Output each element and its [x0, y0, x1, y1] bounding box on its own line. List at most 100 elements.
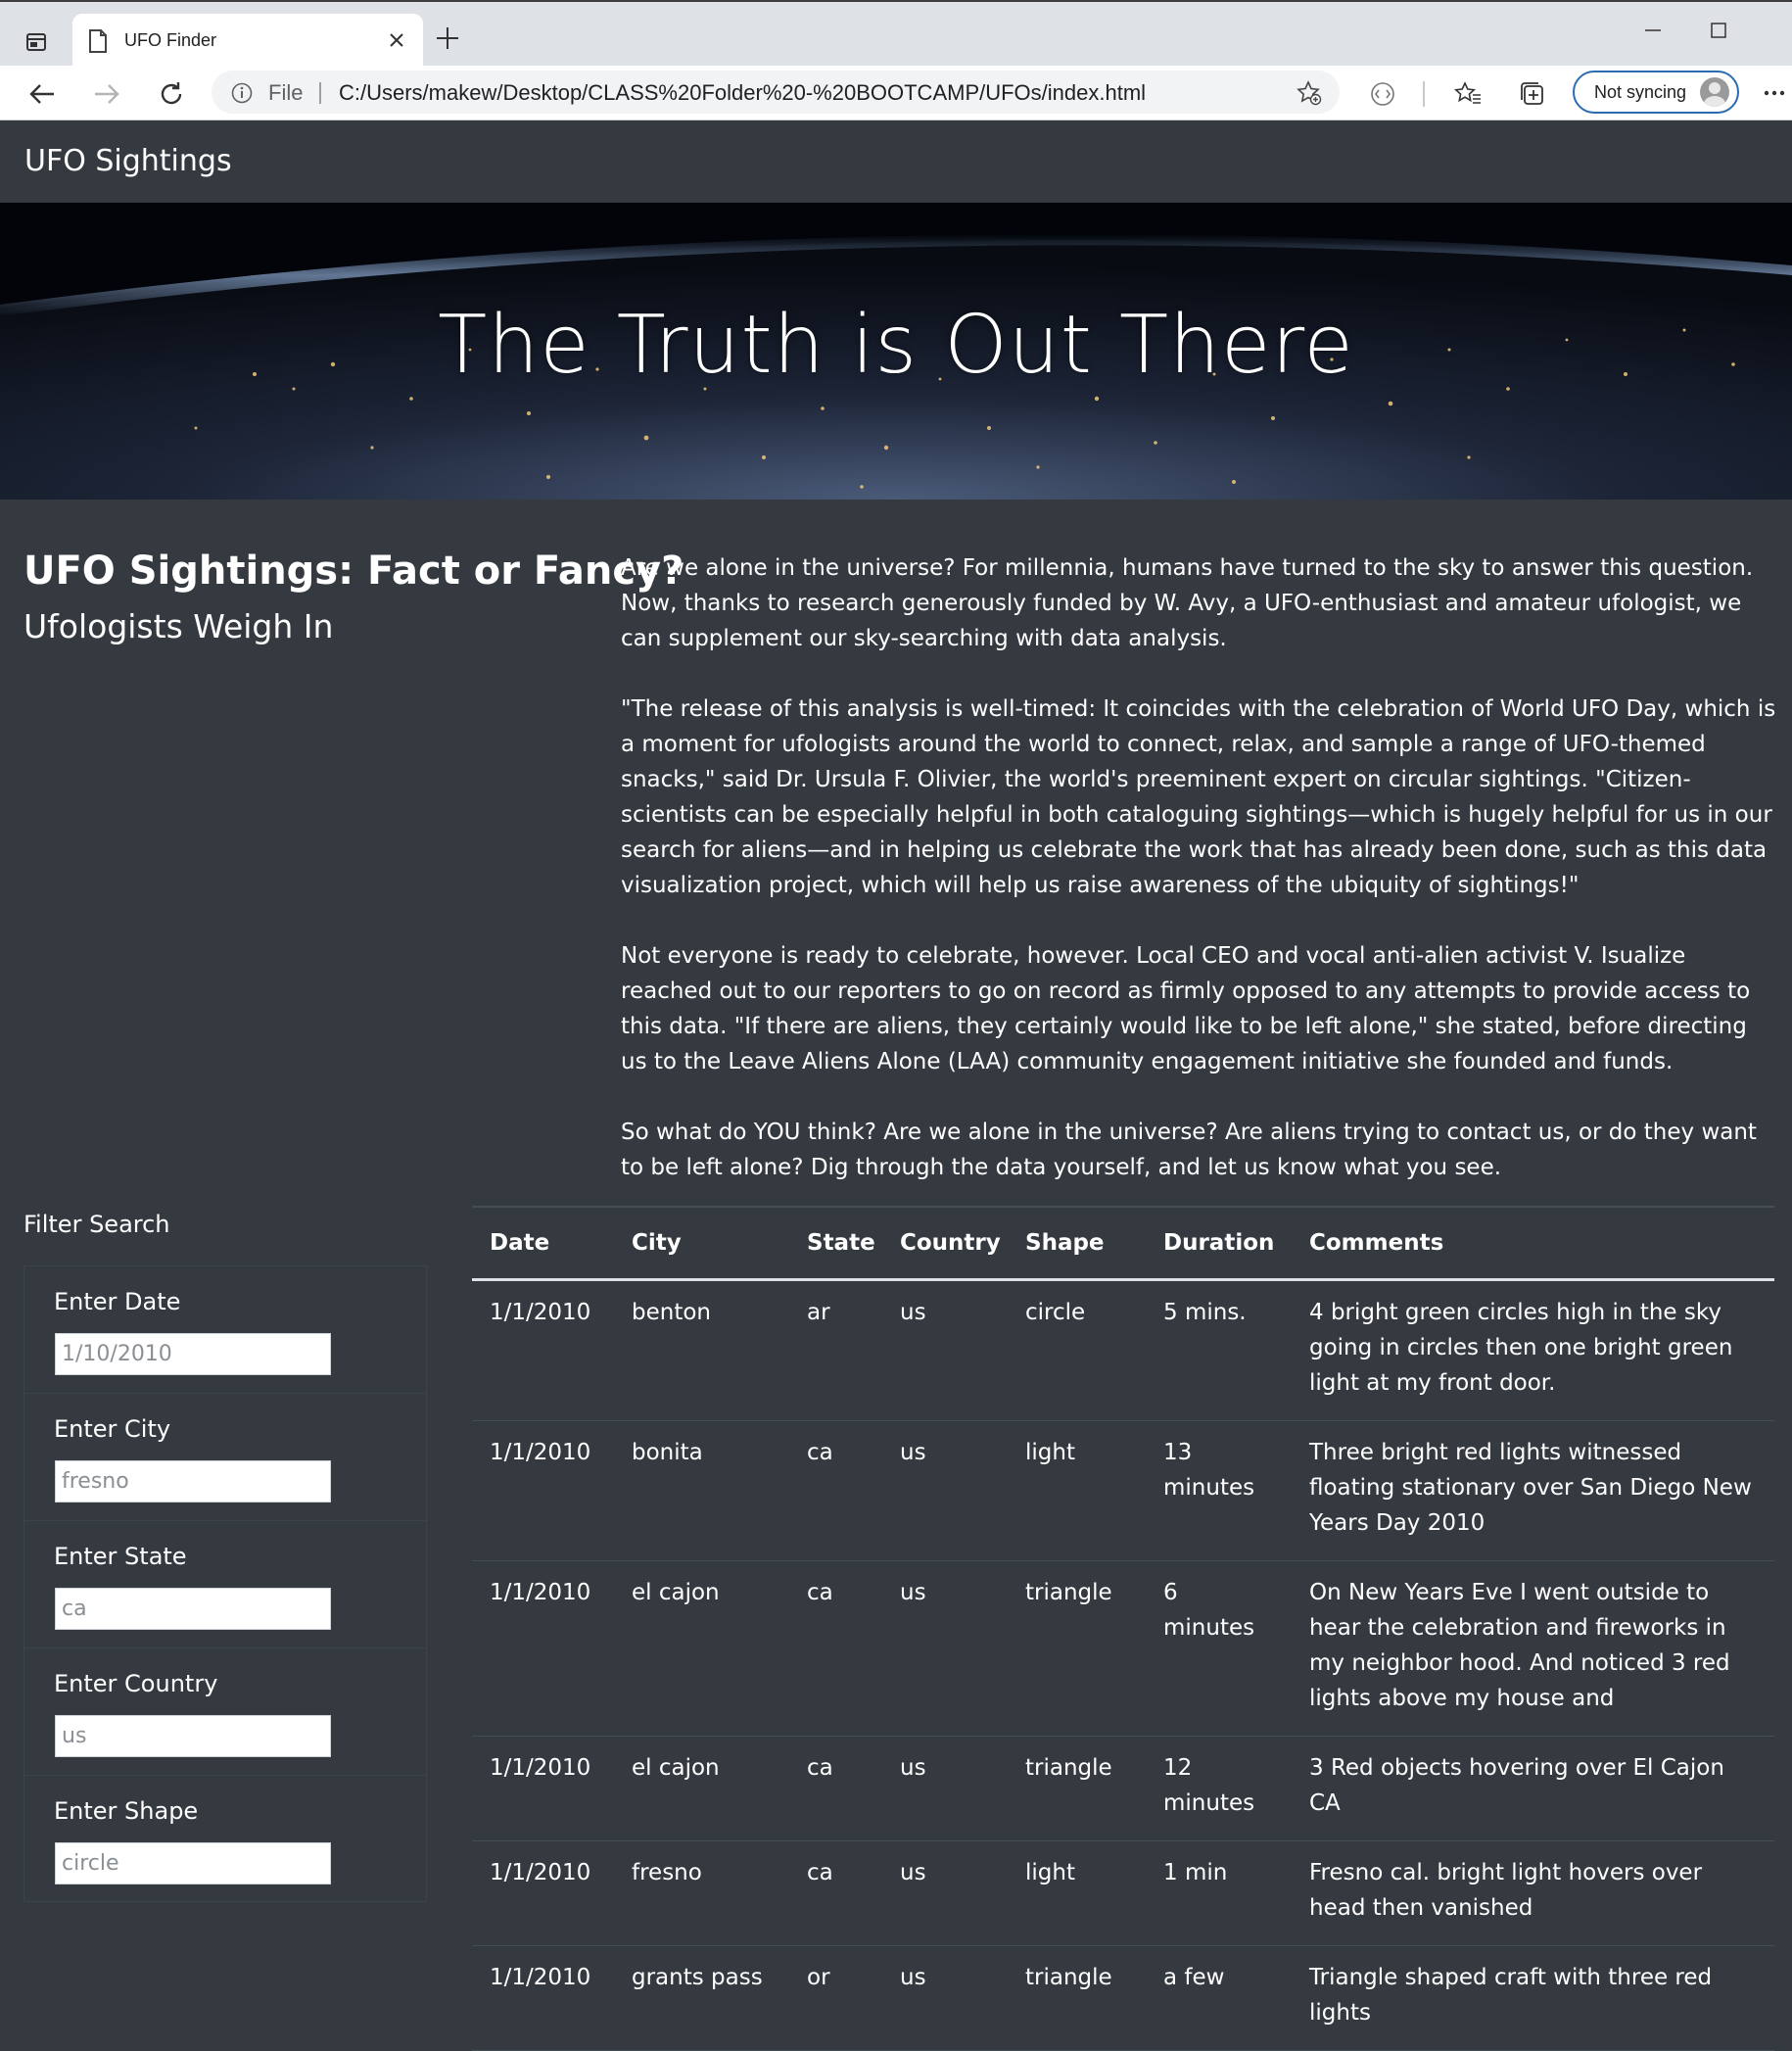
city-cell: fresno: [614, 1840, 789, 1946]
city-input[interactable]: [55, 1460, 331, 1502]
intro-heading: UFO Sightings: Fact or Fancy?: [24, 549, 684, 594]
state-cell: ca: [789, 1840, 882, 1946]
avatar: [1700, 77, 1729, 107]
duration-cell: a few: [1146, 1945, 1292, 2051]
city-cell: el cajon: [614, 1736, 789, 1841]
shape-cell: light: [1008, 1420, 1146, 1561]
date-cell: 1/1/2010: [472, 1736, 614, 1841]
refresh-icon[interactable]: [155, 77, 188, 111]
table-row: 1/1/2010 bonita ca us light 13 minutes Three b…: [472, 1420, 1774, 1561]
url-text[interactable]: C:/Users/makew/Desktop/CLASS%20Folder%20…: [339, 80, 1146, 106]
minimize-icon[interactable]: [1624, 16, 1682, 45]
hero-banner: The Truth is Out There: [0, 203, 1792, 500]
state-cell: ar: [789, 1279, 882, 1421]
country-cell: us: [882, 1840, 1008, 1946]
shape-cell: circle: [1008, 1279, 1146, 1421]
collections-icon[interactable]: [1516, 77, 1549, 111]
back-arrow-icon[interactable]: [25, 77, 59, 111]
duration-cell: 12 minutes: [1146, 1736, 1292, 1841]
filter-country: Enter Country: [24, 1648, 426, 1776]
column-header: Date: [472, 1206, 614, 1281]
info-icon[interactable]: [231, 82, 253, 108]
table-row: 1/1/2010 grants pass or us triangle a few Tria…: [472, 1945, 1774, 2051]
filter-label: Enter Shape: [54, 1797, 199, 1825]
add-favorite-icon[interactable]: [1297, 80, 1322, 110]
filter-state: Enter State: [24, 1521, 426, 1648]
favorites-icon[interactable]: [1451, 77, 1485, 111]
browser-tab-bar: UFO Finder: [0, 0, 1792, 68]
article-paragraph: Are we alone in the universe? For millen…: [621, 555, 1754, 651]
tab-actions-icon[interactable]: [16, 25, 57, 59]
more-options-icon[interactable]: [1763, 79, 1786, 111]
comments-cell: Fresno cal. bright light hovers over hea…: [1292, 1840, 1774, 1946]
city-cell: el cajon: [614, 1560, 789, 1737]
country-cell: us: [882, 1420, 1008, 1561]
comments-cell: Triangle shaped craft with three red lig…: [1292, 1945, 1774, 2051]
filter-label: Enter City: [54, 1415, 171, 1443]
address-bar[interactable]: File C:/Users/makew/Desktop/CLASS%20Fold…: [212, 71, 1340, 114]
filter-city: Enter City: [24, 1394, 426, 1521]
comments-cell: Three bright red lights witnessed floati…: [1292, 1420, 1774, 1561]
country-cell: us: [882, 1560, 1008, 1737]
duration-cell: 1 min: [1146, 1840, 1292, 1946]
city-cell: grants pass: [614, 1945, 789, 2051]
close-tab-icon[interactable]: [388, 31, 405, 53]
sync-status-label: Not syncing: [1594, 82, 1687, 102]
filter-label: Enter Country: [54, 1670, 218, 1697]
comments-cell: On New Years Eve I went outside to hear …: [1292, 1560, 1774, 1737]
date-cell: 1/1/2010: [472, 1840, 614, 1946]
shape-input[interactable]: [55, 1842, 331, 1884]
profile-sync-button[interactable]: Not syncing: [1573, 71, 1739, 114]
duration-cell: 13 minutes: [1146, 1420, 1292, 1561]
duration-cell: 5 mins.: [1146, 1279, 1292, 1421]
table-header-row: Date City State Country Shape Duration C…: [472, 1206, 1774, 1281]
country-cell: us: [882, 1736, 1008, 1841]
comments-cell: 4 bright green circles high in the sky g…: [1292, 1279, 1774, 1421]
column-header: Comments: [1292, 1206, 1774, 1281]
browser-tab[interactable]: UFO Finder: [72, 14, 423, 68]
date-cell: 1/1/2010: [472, 1279, 614, 1421]
column-header: Shape: [1008, 1206, 1146, 1281]
article-body: Are we alone in the universe? For millen…: [621, 550, 1776, 1220]
date-cell: 1/1/2010: [472, 1945, 614, 2051]
filter-shape: Enter Shape: [24, 1776, 426, 1903]
filter-panel: Enter Date Enter City Enter State Enter …: [24, 1265, 427, 1902]
city-cell: bonita: [614, 1420, 789, 1561]
hero-title: The Truth is Out There: [438, 299, 1354, 392]
filter-date: Enter Date: [24, 1266, 426, 1394]
country-cell: us: [882, 1279, 1008, 1421]
article-paragraph: "The release of this analysis is well-ti…: [621, 696, 1776, 898]
column-header: Country: [882, 1206, 1008, 1281]
country-input[interactable]: [55, 1715, 331, 1757]
state-cell: or: [789, 1945, 882, 2051]
table-row: 1/1/2010 el cajon ca us triangle 12 minutes 3 …: [472, 1736, 1774, 1841]
shape-cell: triangle: [1008, 1560, 1146, 1737]
reading-view-icon[interactable]: [1366, 77, 1399, 111]
maximize-icon[interactable]: [1689, 16, 1748, 45]
address-separator: [319, 82, 321, 104]
country-cell: us: [882, 1945, 1008, 2051]
filter-label: Enter State: [54, 1543, 187, 1570]
article-paragraph: So what do YOU think? Are we alone in th…: [621, 1120, 1757, 1180]
table-row: 1/1/2010 benton ar us circle 5 mins. 4 bright …: [472, 1279, 1774, 1421]
forward-arrow-icon[interactable]: [90, 77, 123, 111]
comments-cell: 3 Red objects hovering over El Cajon CA: [1292, 1736, 1774, 1841]
column-header: State: [789, 1206, 882, 1281]
shape-cell: triangle: [1008, 1945, 1146, 2051]
state-input[interactable]: [55, 1588, 331, 1630]
table-body: 1/1/2010 benton ar us circle 5 mins. 4 bright …: [472, 1279, 1774, 2051]
toolbar-divider: [1423, 81, 1425, 107]
sightings-table: Date City State Country Shape Duration C…: [472, 1206, 1774, 2051]
date-input[interactable]: [55, 1333, 331, 1375]
navbar-brand[interactable]: UFO Sightings: [24, 144, 232, 178]
new-tab-icon[interactable]: [435, 25, 460, 55]
city-cell: benton: [614, 1279, 789, 1421]
filter-label: Enter Date: [54, 1288, 181, 1315]
intro-subheading: Ufologists Weigh In: [24, 607, 334, 645]
site-navbar: UFO Sightings: [0, 120, 1792, 203]
tab-title: UFO Finder: [124, 30, 217, 50]
sightings-table-wrapper: Date City State Country Shape Duration C…: [472, 1206, 1774, 2051]
state-cell: ca: [789, 1560, 882, 1737]
filter-search-title: Filter Search: [24, 1211, 170, 1238]
state-cell: ca: [789, 1736, 882, 1841]
